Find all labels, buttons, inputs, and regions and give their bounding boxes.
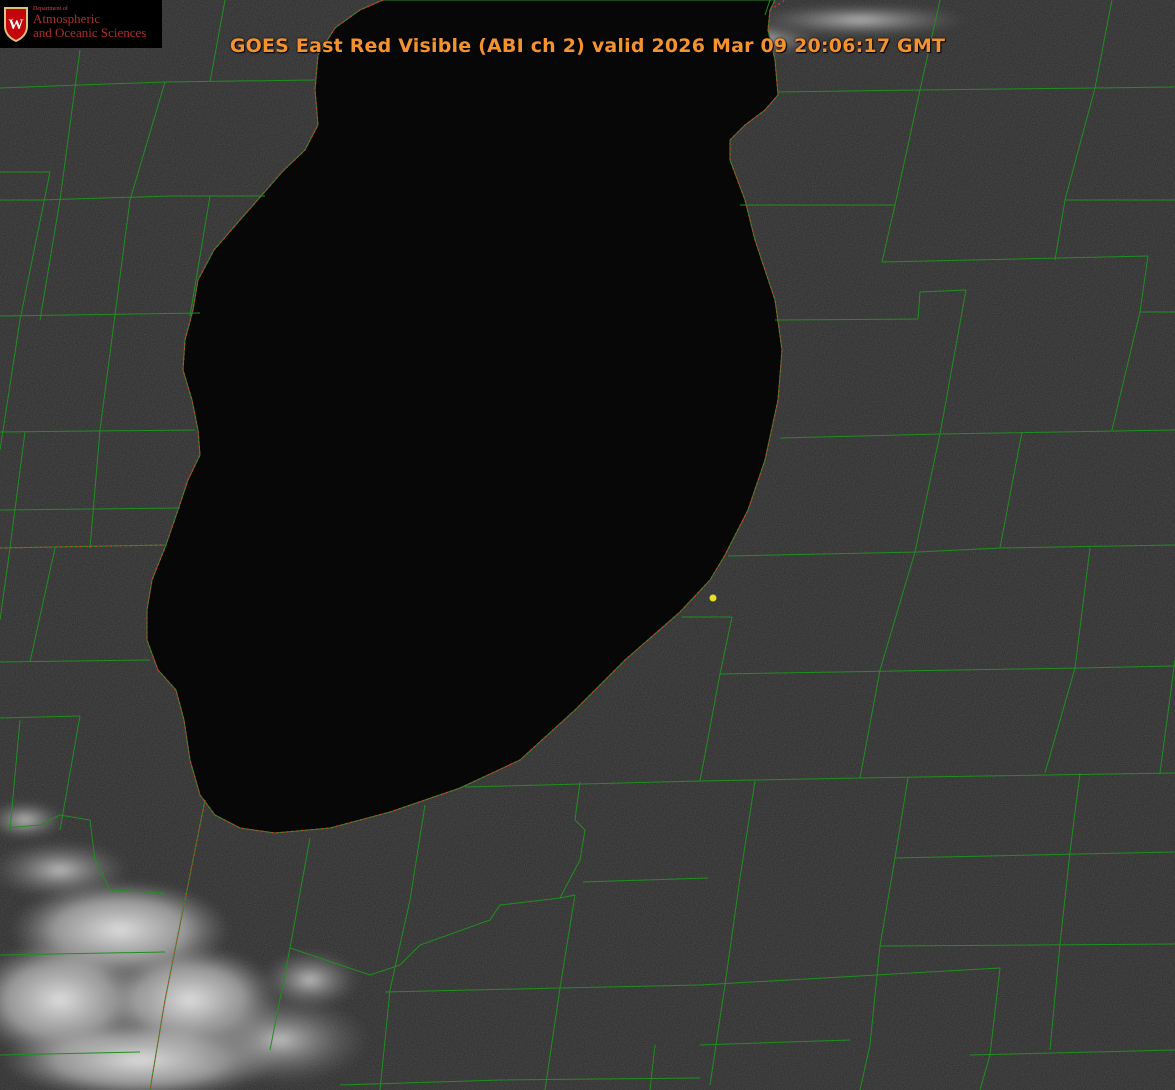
station-dot-icon bbox=[709, 594, 717, 602]
satellite-map bbox=[0, 0, 1175, 1090]
image-title: GOES East Red Visible (ABI ch 2) valid 2… bbox=[229, 35, 946, 57]
crest-letter: W bbox=[9, 17, 24, 33]
logo-line-1: Atmospheric bbox=[33, 11, 101, 27]
